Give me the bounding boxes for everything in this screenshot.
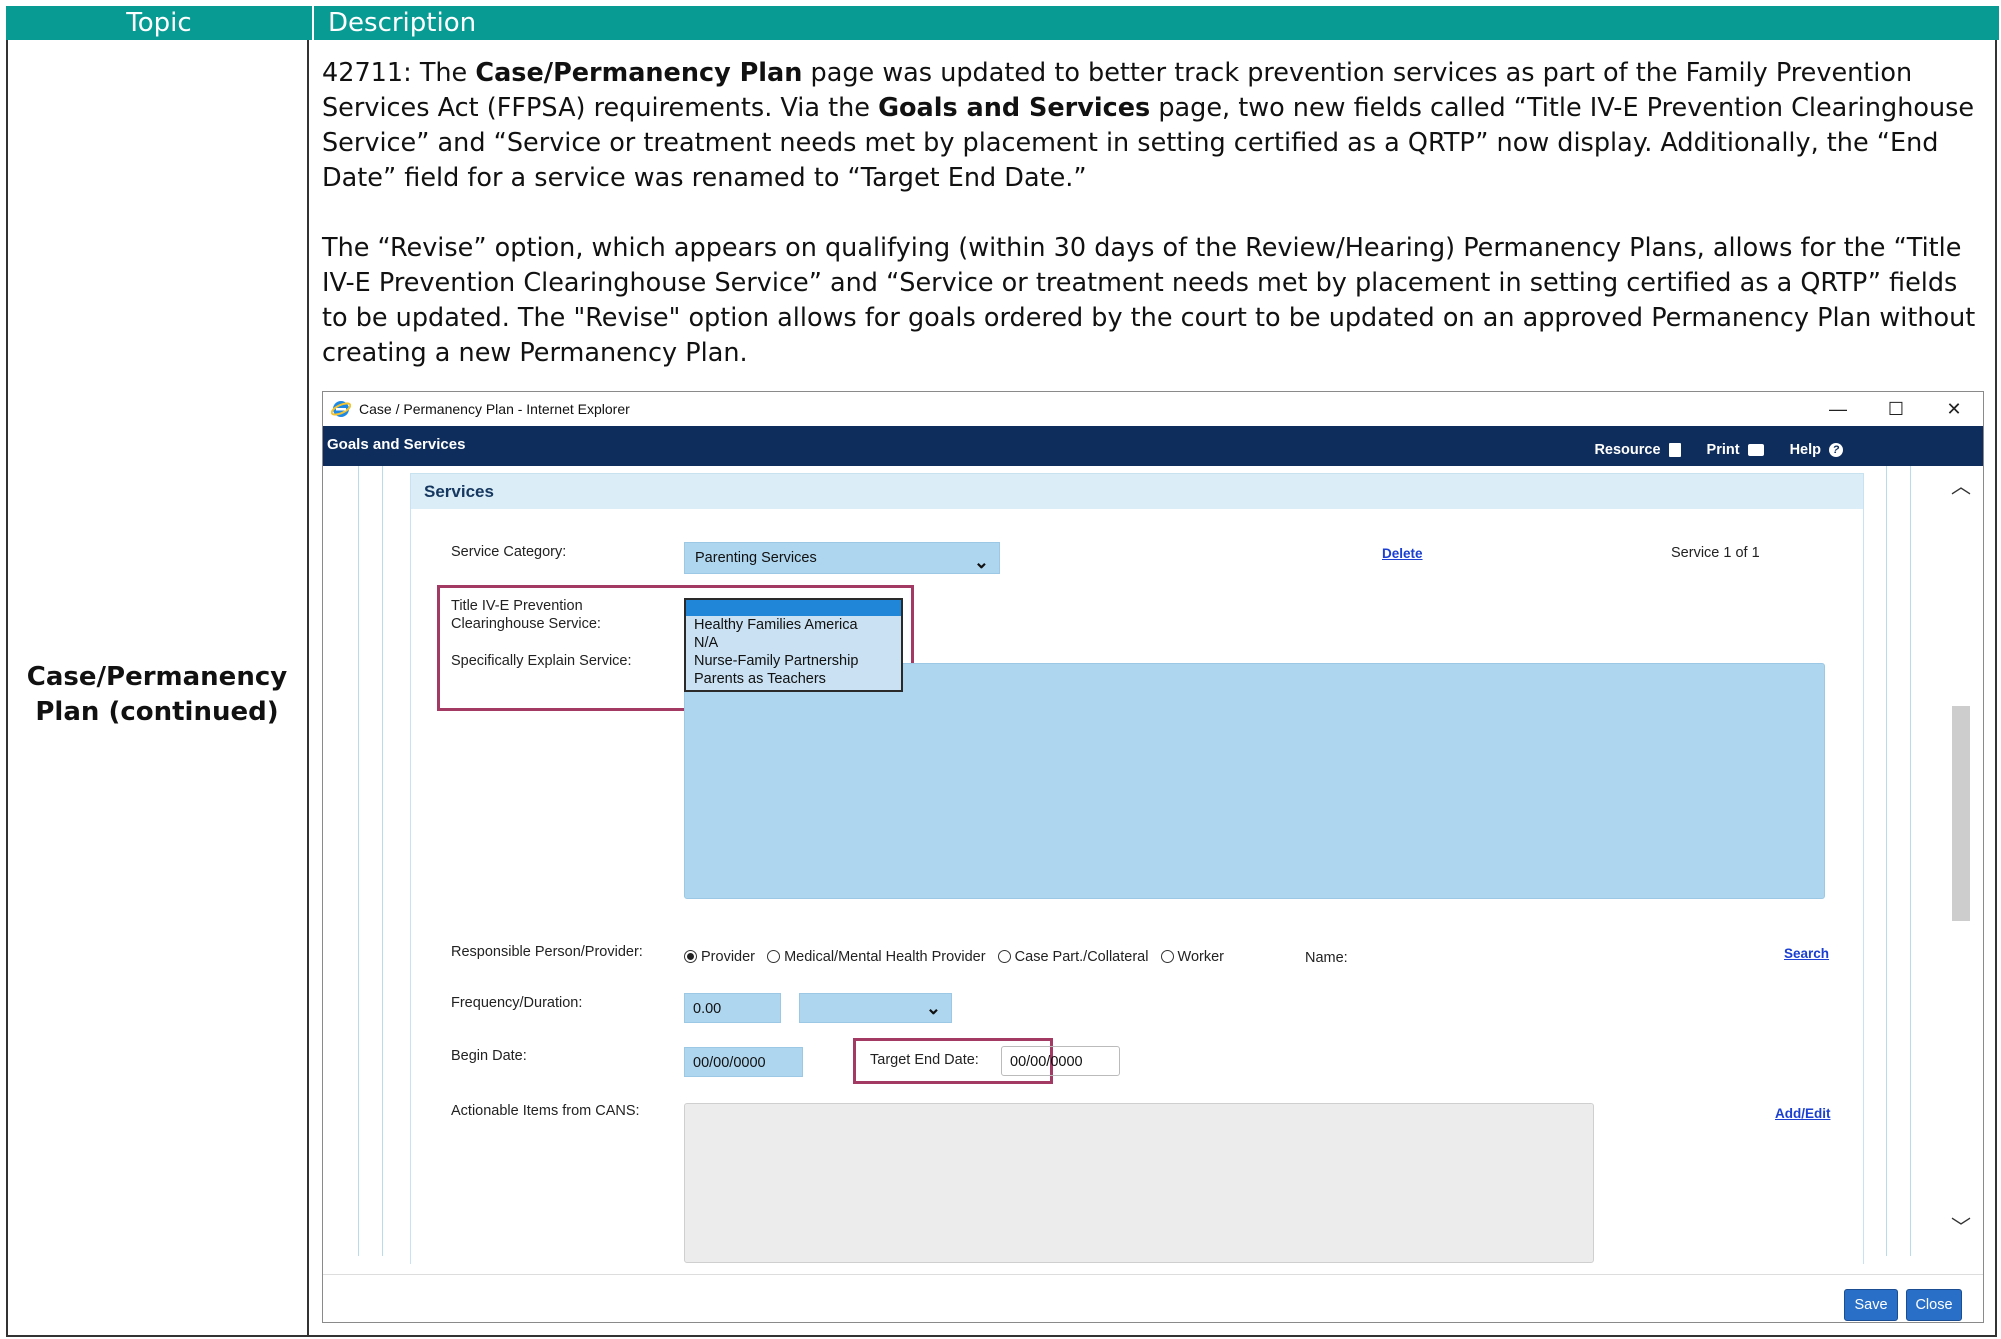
internet-explorer-icon (331, 401, 351, 417)
dropdown-option[interactable]: Nurse-Family Partnership (686, 652, 901, 670)
print-link[interactable]: Print (1707, 442, 1764, 458)
column-divider (307, 40, 309, 1337)
maximize-button[interactable]: ☐ (1867, 399, 1925, 420)
close-window-button[interactable]: ✕ (1925, 399, 1983, 420)
book-icon (1668, 443, 1681, 457)
service-counter: Service 1 of 1 (1671, 545, 1760, 561)
scroll-thumb[interactable] (1952, 706, 1970, 921)
responsible-radio-group: Provider Medical/Mental Health Provider … (684, 949, 1224, 965)
description-paragraph-1: 42711: The Case/Permanency Plan page was… (322, 58, 1975, 193)
radio-provider[interactable]: Provider (684, 949, 755, 965)
printer-icon (1747, 444, 1764, 456)
service-category-select[interactable]: Parenting Services ⌄ (684, 542, 1000, 574)
ie-window-screenshot: Case / Permanency Plan - Internet Explor… (322, 391, 1984, 1323)
begin-date-input[interactable]: 00/00/0000 (684, 1047, 803, 1077)
description-paragraph-2: The “Revise” option, which appears on qu… (322, 233, 1976, 368)
app-header-bar: Goals and Services Resource Print Help? (323, 426, 1983, 466)
cans-items-box (684, 1103, 1594, 1263)
help-link[interactable]: Help? (1790, 442, 1843, 458)
topic-cell: Case/Permanency Plan (continued) (26, 662, 288, 727)
page-title: Goals and Services (327, 436, 466, 453)
frame-line (1886, 466, 1887, 1256)
frame-line (358, 466, 359, 1256)
window-titlebar: Case / Permanency Plan - Internet Explor… (323, 392, 1983, 426)
name-label: Name: (1305, 950, 1348, 966)
chevron-down-icon: ⌄ (973, 552, 989, 572)
vertical-scrollbar[interactable]: ︿ ﹀ (1949, 466, 1971, 1256)
frequency-unit-select[interactable]: ⌄ (799, 993, 952, 1023)
frequency-label: Frequency/Duration: (451, 995, 583, 1011)
service-category-label: Service Category: (451, 544, 567, 560)
radio-icon (1160, 950, 1174, 963)
dropdown-option[interactable]: N/A (686, 634, 901, 652)
services-section-title: Services (411, 474, 1863, 509)
scroll-down-icon[interactable]: ﹀ (1951, 1211, 1971, 1240)
description-cell: 42711: The Case/Permanency Plan page was… (322, 56, 1982, 406)
frame-line (382, 466, 383, 1256)
explain-service-textarea[interactable] (684, 663, 1825, 899)
responsible-label: Responsible Person/Provider: (451, 944, 643, 960)
radio-icon (997, 950, 1011, 963)
clearinghouse-label-line1: Title IV-E Prevention (451, 598, 583, 614)
dropdown-option[interactable] (686, 600, 901, 616)
table-header: Topic Description (6, 6, 1999, 40)
cans-label: Actionable Items from CANS: (451, 1103, 640, 1119)
target-end-date-input[interactable]: 00/00/0000 (1001, 1046, 1120, 1076)
page-content: Services Service Category: Parenting Ser… (323, 466, 1983, 1264)
clearinghouse-label-line2: Clearinghouse Service: (451, 616, 601, 632)
add-edit-link[interactable]: Add/Edit (1775, 1106, 1831, 1121)
service-category-value: Parenting Services (695, 550, 817, 566)
frame-line (1910, 466, 1911, 1256)
minimize-button[interactable]: — (1809, 399, 1867, 420)
close-button[interactable]: Close (1906, 1289, 1962, 1321)
clearinghouse-dropdown[interactable]: Healthy Families America N/A Nurse-Famil… (684, 598, 903, 692)
radio-case-part[interactable]: Case Part./Collateral (997, 949, 1148, 965)
begin-date-label: Begin Date: (451, 1048, 527, 1064)
explain-service-label: Specifically Explain Service: (451, 653, 632, 669)
save-button[interactable]: Save (1844, 1289, 1898, 1321)
topic-column-header: Topic (6, 6, 314, 40)
target-end-date-label: Target End Date: (870, 1052, 979, 1068)
frequency-input[interactable]: 0.00 (684, 993, 781, 1023)
description-column-header: Description (328, 8, 477, 38)
radio-icon (767, 950, 781, 963)
scroll-up-icon[interactable]: ︿ (1951, 470, 1971, 499)
help-icon: ? (1829, 443, 1843, 457)
radio-icon (684, 950, 697, 963)
dropdown-option[interactable]: Parents as Teachers (686, 670, 901, 688)
radio-medical[interactable]: Medical/Mental Health Provider (767, 949, 986, 965)
delete-link[interactable]: Delete (1382, 546, 1423, 561)
resource-link[interactable]: Resource (1594, 442, 1681, 458)
search-link[interactable]: Search (1784, 946, 1829, 961)
dropdown-option[interactable]: Healthy Families America (686, 616, 901, 634)
window-footer: Save Close (323, 1274, 1983, 1322)
window-title: Case / Permanency Plan - Internet Explor… (359, 401, 630, 417)
radio-worker[interactable]: Worker (1160, 949, 1224, 965)
chevron-down-icon: ⌄ (925, 998, 941, 1018)
